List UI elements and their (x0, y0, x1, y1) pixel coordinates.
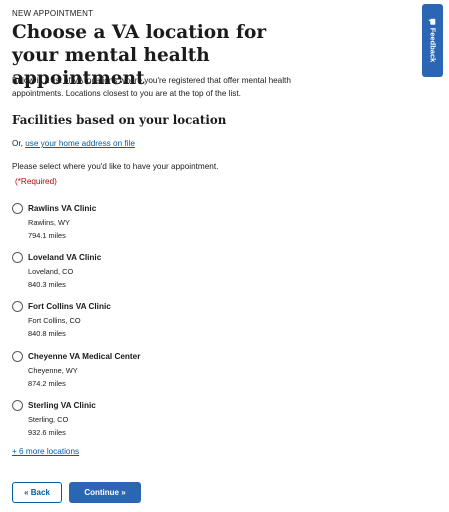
eyebrow-label: NEW APPOINTMENT (12, 9, 94, 18)
facility-name: Cheyenne VA Medical Center (28, 351, 141, 361)
facility-name: Sterling VA Clinic (28, 400, 96, 410)
more-locations-link[interactable]: + 6 more locations (12, 447, 79, 456)
radio-button[interactable] (12, 203, 23, 214)
facility-option[interactable]: Fort Collins VA Clinic Fort Collins, CO … (12, 300, 312, 349)
facility-location: Sterling, CO (28, 414, 69, 424)
radio-button[interactable] (12, 399, 23, 411)
facility-distance: 840.3 miles (28, 280, 66, 290)
facility-location: Cheyenne, WY (28, 365, 78, 375)
home-address-link[interactable]: use your home address on file (25, 139, 135, 148)
back-button[interactable]: « Back (12, 482, 62, 503)
facility-distance: 874.2 miles (28, 378, 66, 388)
facility-name: Loveland VA Clinic (28, 253, 102, 263)
facility-name: Fort Collins VA Clinic (28, 302, 111, 312)
home-address-line: Or, use your home address on file (12, 139, 135, 148)
facility-option[interactable]: Loveland VA Clinic Loveland, CO 840.3 mi… (12, 251, 312, 300)
radio-button[interactable] (12, 252, 23, 264)
required-indicator: (*Required) (15, 177, 57, 186)
appointment-page: NEW APPOINTMENT Choose a VA location for… (0, 0, 449, 512)
speech-bubble-icon (430, 18, 436, 25)
radio-button[interactable] (12, 350, 23, 362)
facility-distance: 932.6 miles (28, 427, 66, 437)
continue-button[interactable]: Continue » (69, 482, 141, 503)
intro-text: Below is a list of VA locations where yo… (12, 76, 291, 98)
facility-option[interactable]: Cheyenne VA Medical Center Cheyenne, WY … (12, 350, 312, 399)
facility-location: Fort Collins, CO (28, 316, 81, 326)
facility-option[interactable]: Sterling VA Clinic Sterling, CO 932.6 mi… (12, 399, 312, 448)
facility-radio-group: Rawlins VA Clinic Rawlins, WY 794.1 mile… (12, 202, 312, 448)
feedback-tab[interactable]: Feedback (422, 4, 443, 77)
facility-location: Loveland, CO (28, 267, 74, 277)
facility-option[interactable]: Rawlins VA Clinic Rawlins, WY 794.1 mile… (12, 202, 312, 251)
radio-button[interactable] (12, 301, 23, 313)
feedback-label: Feedback (428, 27, 438, 63)
facility-location: Rawlins, WY (28, 218, 70, 227)
facility-distance: 840.8 miles (28, 329, 66, 339)
section-title: Facilities based on your location (12, 113, 227, 127)
feedback-tab-content: Feedback (428, 18, 438, 63)
selection-prompt: Please select where you'd like to have y… (12, 162, 219, 171)
facility-name: Rawlins VA Clinic (28, 204, 97, 213)
facility-distance: 794.1 miles (28, 231, 66, 240)
or-prefix: Or, (12, 139, 26, 148)
